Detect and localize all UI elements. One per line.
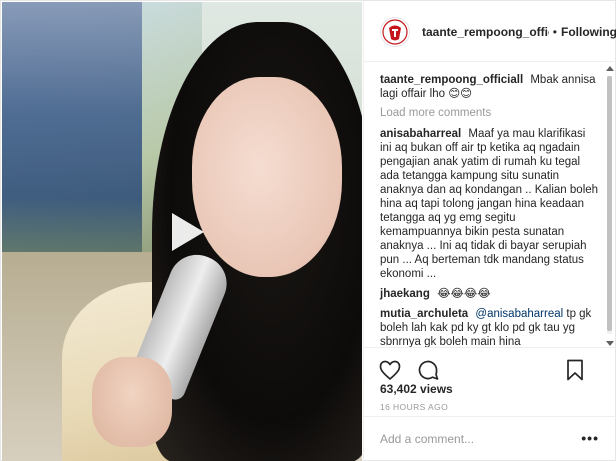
video-person-face (192, 77, 342, 277)
scrollbar-thumb[interactable] (607, 76, 612, 331)
comment-item: jhaekang 😂😂😂😂 (380, 287, 599, 301)
scroll-up-arrow-icon[interactable] (606, 66, 614, 71)
heart-icon[interactable] (378, 358, 402, 382)
add-comment-input[interactable] (380, 432, 570, 446)
comments-list[interactable]: taante_rempoong_officiall Mbak annisa la… (364, 63, 616, 347)
post-timestamp[interactable]: 16 HOURS AGO (380, 402, 448, 412)
header-username[interactable]: taante_rempoong_officiall (422, 25, 549, 39)
scrollbar-track[interactable] (607, 76, 612, 334)
comment-username[interactable]: mutia_archuleta (380, 308, 468, 320)
comment-username[interactable]: jhaekang (380, 288, 430, 300)
comment-bubble-icon[interactable] (416, 358, 440, 382)
scroll-down-arrow-icon[interactable] (606, 341, 614, 346)
video-person-hand (92, 357, 172, 447)
more-options-icon[interactable]: ••• (581, 431, 599, 445)
comments-scrollbar[interactable] (605, 66, 614, 346)
comment-text: 😂😂😂😂 (437, 288, 491, 300)
caption-username[interactable]: taante_rempoong_officiall (380, 74, 523, 86)
header-separator: • (552, 24, 557, 39)
caption: taante_rempoong_officiall Mbak annisa la… (380, 73, 599, 101)
add-comment-bar: ••• (364, 416, 616, 461)
play-icon[interactable] (160, 207, 210, 257)
comment-text: Maaf ya mau klarifikasi ini aq bukan off… (380, 128, 599, 280)
load-more-comments-button[interactable]: Load more comments (380, 107, 599, 119)
instagram-post-modal: taante_rempoong_officiall • Following ta… (0, 0, 616, 461)
post-header: taante_rempoong_officiall • Following (364, 2, 616, 62)
post-side-panel: taante_rempoong_officiall • Following ta… (363, 2, 616, 461)
comment-item: mutia_archuleta @anisabaharreal tp gk bo… (380, 307, 599, 347)
bookmark-icon[interactable] (563, 358, 587, 382)
video-background-crowd (2, 2, 142, 282)
views-count[interactable]: 63,402 views (380, 382, 453, 396)
comment-username[interactable]: anisabaharreal (380, 128, 461, 140)
profile-logo-icon[interactable] (380, 16, 410, 47)
comment-item: anisabaharreal Maaf ya mau klarifikasi i… (380, 127, 599, 281)
following-button[interactable]: Following (561, 25, 616, 39)
post-video[interactable] (2, 2, 362, 461)
comment-mention[interactable]: @anisabaharreal (475, 308, 563, 320)
